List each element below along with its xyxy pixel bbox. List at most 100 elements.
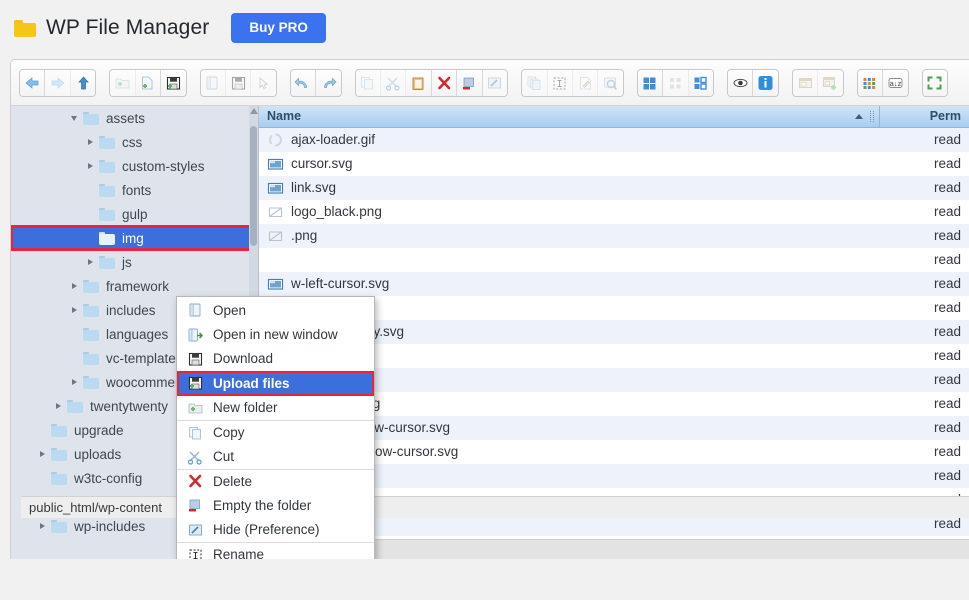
statusbar: public_html/wp-content: [21, 496, 969, 518]
resize-image-button: [598, 69, 623, 96]
chevron-right-icon[interactable]: [69, 376, 81, 388]
chevron-right-icon[interactable]: [37, 448, 49, 460]
context-menu-item-open-in-new-window[interactable]: Open in new window: [177, 322, 374, 346]
file-permission-cell: read: [879, 439, 969, 464]
grid-mixed-icon: [692, 75, 709, 91]
upload-files-button[interactable]: [161, 69, 186, 96]
view-list-button[interactable]: [688, 69, 713, 96]
thumbnails-button[interactable]: [857, 69, 884, 96]
context-menu-item-hide-preference-[interactable]: Hide (Preference): [177, 518, 374, 542]
chevron-right-icon[interactable]: [53, 400, 65, 412]
file-permission-cell: read: [879, 367, 969, 392]
get-info-button[interactable]: [753, 69, 778, 96]
table-row[interactable]: .png read: [259, 223, 969, 248]
file-name-cell[interactable]: [259, 247, 879, 272]
table-row[interactable]: w-left-cursor.svg read: [259, 271, 969, 296]
file-name-cell[interactable]: ajax-loader.gif: [259, 127, 879, 152]
table-row[interactable]: cursor.svg read: [259, 151, 969, 176]
chevron-right-icon[interactable]: [69, 280, 81, 292]
scroll-up-icon[interactable]: [250, 108, 258, 114]
table-row[interactable]: link.svg read: [259, 175, 969, 200]
page-title: WP File Manager: [46, 16, 210, 39]
context-menu-item-upload-files[interactable]: Upload files: [177, 371, 374, 396]
toolbar-group-5: [354, 68, 509, 97]
page-header: WP File Manager Buy PRO: [0, 0, 969, 56]
toolbar-group-3: [199, 68, 277, 97]
redo-icon: [320, 75, 337, 91]
context-menu-item-copy[interactable]: Copy: [177, 419, 374, 444]
tree-item-custom-styles[interactable]: custom-styles: [11, 154, 258, 178]
scrollbar-thumb[interactable]: [250, 126, 257, 246]
chevron-right-icon[interactable]: [85, 256, 97, 268]
svg-file-icon: [267, 180, 284, 195]
tree-item-framework[interactable]: framework: [11, 274, 258, 298]
file-permission-cell: read: [879, 295, 969, 320]
tree-item-css[interactable]: css: [11, 130, 258, 154]
sort-button[interactable]: a↓z: [883, 69, 908, 96]
copy-icon: [359, 75, 376, 91]
duplicate-button: [522, 69, 548, 96]
redo-button[interactable]: [316, 69, 341, 96]
context-menu-item-label: Rename: [213, 547, 265, 559]
copy-button: [355, 69, 381, 96]
file-permission-cell: read: [879, 319, 969, 344]
up-button[interactable]: [70, 69, 96, 96]
folder-icon: [99, 135, 115, 149]
chevron-down-icon[interactable]: [69, 112, 81, 124]
tree-item-gulp[interactable]: gulp: [11, 202, 258, 226]
chevron-right-icon[interactable]: [85, 136, 97, 148]
svg-file-icon: [267, 156, 284, 171]
empty-folder-button[interactable]: [457, 69, 483, 96]
tree-item-label: js: [122, 254, 132, 270]
context-menu-item-new-folder[interactable]: New folder: [177, 396, 374, 420]
context-menu[interactable]: Open Open in new window Download Upload fil…: [176, 296, 375, 559]
chevron-right-icon[interactable]: [37, 520, 49, 532]
context-menu-item-rename[interactable]: Rename: [177, 541, 374, 559]
open-icon: [187, 302, 204, 318]
tree-item-img[interactable]: img: [11, 225, 258, 251]
tree-item-assets[interactable]: assets: [11, 106, 258, 130]
folder-icon: [83, 279, 99, 293]
scissors-icon: [187, 449, 204, 465]
context-menu-item-download[interactable]: Download: [177, 347, 374, 371]
chevron-right-icon[interactable]: [69, 304, 81, 316]
preview-button[interactable]: [728, 69, 754, 96]
table-row[interactable]: ajax-loader.gif read: [259, 127, 969, 152]
file-name-cell[interactable]: cursor.svg: [259, 151, 879, 176]
open-new-window-icon: [187, 327, 204, 343]
table-row[interactable]: read: [259, 247, 969, 272]
toolbar-group-6: [521, 68, 624, 97]
buy-pro-button[interactable]: Buy PRO: [231, 13, 326, 43]
undo-button[interactable]: [290, 69, 317, 96]
empty-folder-icon: [461, 75, 478, 91]
back-button[interactable]: [20, 69, 46, 96]
red-x-icon: [187, 473, 204, 489]
table-row[interactable]: logo_black.png read: [259, 199, 969, 224]
fullscreen-button[interactable]: [922, 69, 947, 96]
paste-button[interactable]: [406, 69, 432, 96]
chevron-right-icon[interactable]: [85, 160, 97, 172]
column-header-permissions[interactable]: Perm: [878, 106, 969, 128]
file-name-cell[interactable]: w-left-cursor.svg: [259, 271, 879, 296]
delete-button[interactable]: [431, 69, 458, 96]
tree-item-fonts[interactable]: fonts: [11, 178, 258, 202]
view-icons-button[interactable]: [637, 69, 664, 96]
column-header-name[interactable]: Name: [259, 106, 879, 128]
toolbar-group-4: [289, 68, 342, 97]
file-name-cell[interactable]: .png: [259, 223, 879, 248]
new-file-button[interactable]: [135, 69, 162, 96]
context-menu-item-delete[interactable]: Delete: [177, 468, 374, 493]
png-file-icon: [267, 228, 284, 243]
context-menu-item-cut[interactable]: Cut: [177, 444, 374, 468]
tree-item-js[interactable]: js: [11, 250, 258, 274]
file-manager-window: a↓z assets css custom-styles fonts gulp img js…: [10, 59, 969, 559]
archive-icon: [797, 75, 814, 91]
context-menu-item-open[interactable]: Open: [177, 298, 374, 322]
context-menu-item-empty-the-folder[interactable]: Empty the folder: [177, 493, 374, 517]
folder-add-icon: [114, 75, 131, 91]
file-name-cell[interactable]: logo_black.png: [259, 199, 879, 224]
column-resize-grip[interactable]: [869, 111, 874, 122]
file-name-cell[interactable]: link.svg: [259, 175, 879, 200]
